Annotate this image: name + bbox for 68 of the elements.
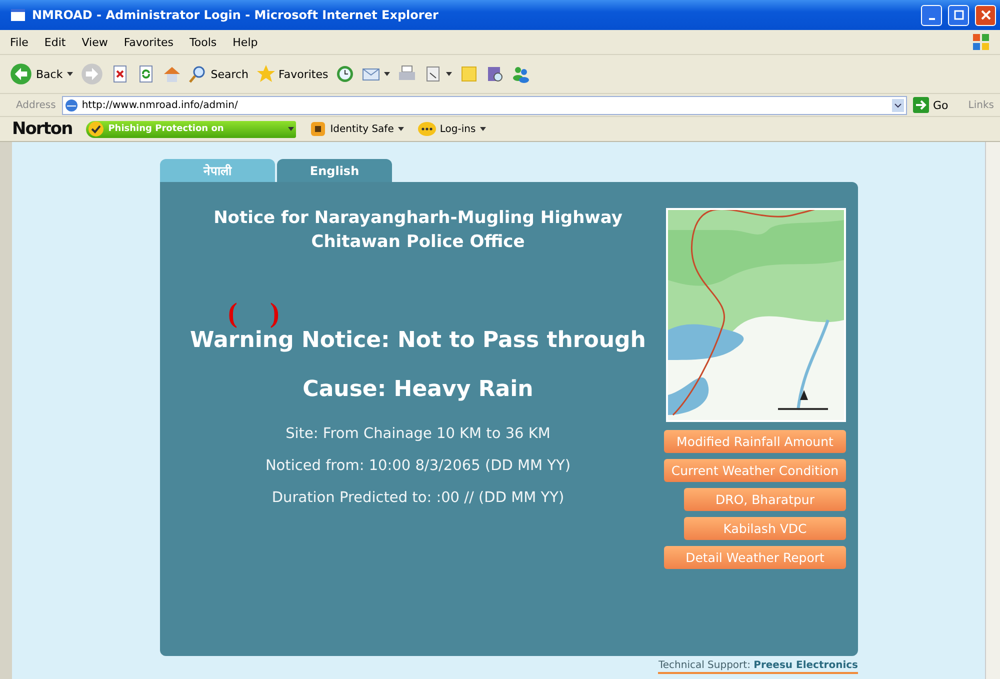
- windows-logo-icon: [972, 33, 990, 51]
- caret-icon: [288, 127, 294, 131]
- maximize-button[interactable]: [948, 4, 969, 26]
- star-icon: [256, 65, 275, 83]
- cause-heading: Cause: Heavy Rain: [302, 377, 534, 402]
- stop-icon: [110, 65, 129, 83]
- stop-button[interactable]: [110, 65, 129, 83]
- caret-icon: [384, 72, 390, 76]
- notice-detail: Noticed from: 10:00 8/3/2065 (DD MM YY): [265, 457, 571, 476]
- people-icon: [512, 65, 530, 83]
- go-button[interactable]: Go: [913, 97, 948, 113]
- close-button[interactable]: [975, 4, 996, 26]
- dots-icon: [418, 122, 436, 136]
- close-icon: [980, 10, 990, 20]
- search-icon: [188, 65, 207, 83]
- minimize-icon: [928, 18, 934, 20]
- refresh-icon: [136, 65, 155, 83]
- menu-item[interactable]: Edit: [44, 36, 66, 48]
- caret-icon: [398, 127, 404, 131]
- caret-icon: [480, 127, 486, 131]
- office-title: Chitawan Police Office: [311, 231, 525, 254]
- technical-support-text: Technical Support: Preesu Electronics: [658, 660, 858, 674]
- print-button[interactable]: [398, 65, 416, 83]
- history-button[interactable]: [336, 65, 354, 83]
- links-label: Links: [968, 100, 994, 110]
- window-title: NMROAD - Administrator Login - Microsoft Internet Explorer: [32, 8, 440, 22]
- menu-item[interactable]: Tools: [190, 36, 217, 48]
- log-ins-button[interactable]: Log-ins: [418, 122, 486, 136]
- norton-logo: Norton: [12, 119, 72, 139]
- notice-detail: Site: From Chainage 10 KM to 36 KM: [286, 425, 550, 444]
- address-field[interactable]: http://www.nmroad.info/admin/: [62, 96, 908, 114]
- warning-heading: Warning Notice: Not to Pass through: [190, 328, 646, 353]
- parenthesis-annotation: (: [228, 298, 238, 330]
- favorites-button[interactable]: Favorites: [256, 65, 328, 83]
- menu-item[interactable]: File: [10, 36, 28, 48]
- maximize-icon: [954, 10, 964, 20]
- book-icon: [486, 65, 504, 83]
- caret-icon: [446, 72, 452, 76]
- printer-icon: [398, 65, 416, 83]
- document-icon: [424, 65, 442, 83]
- research-button[interactable]: [486, 65, 504, 83]
- notice-title: Notice for Narayangharh-Mugling Highway: [214, 207, 622, 230]
- dropdown-icon[interactable]: [892, 98, 904, 112]
- refresh-button[interactable]: [136, 65, 155, 83]
- scrollbar[interactable]: [985, 142, 1000, 679]
- menu-item[interactable]: View: [82, 36, 108, 48]
- menu-item[interactable]: Favorites: [124, 36, 174, 48]
- address-text: http://www.nmroad.info/admin/: [82, 100, 238, 110]
- edit-button[interactable]: [424, 65, 452, 83]
- search-button[interactable]: Search: [188, 65, 249, 83]
- arrow-icon: [913, 97, 930, 113]
- minimize-button[interactable]: [921, 4, 942, 26]
- browser-icon: [10, 7, 26, 23]
- parenthesis-annotation: ): [270, 298, 280, 330]
- menu-item[interactable]: Help: [232, 36, 258, 48]
- check-icon: [88, 121, 104, 137]
- clock-icon: [336, 65, 354, 83]
- home-icon: [162, 65, 181, 83]
- language-tab[interactable]: English: [277, 159, 392, 182]
- address-label: Address: [16, 100, 56, 110]
- caret-icon: [66, 72, 73, 76]
- identity-safe-button[interactable]: Identity Safe: [310, 121, 404, 137]
- safe-icon: [310, 121, 326, 137]
- messenger-button[interactable]: [512, 65, 530, 83]
- notice-detail: Duration Predicted to: :00 // (DD MM YY): [272, 489, 564, 508]
- home-button[interactable]: [162, 65, 181, 83]
- note-icon: [460, 65, 478, 83]
- back-button[interactable]: Back: [10, 63, 73, 85]
